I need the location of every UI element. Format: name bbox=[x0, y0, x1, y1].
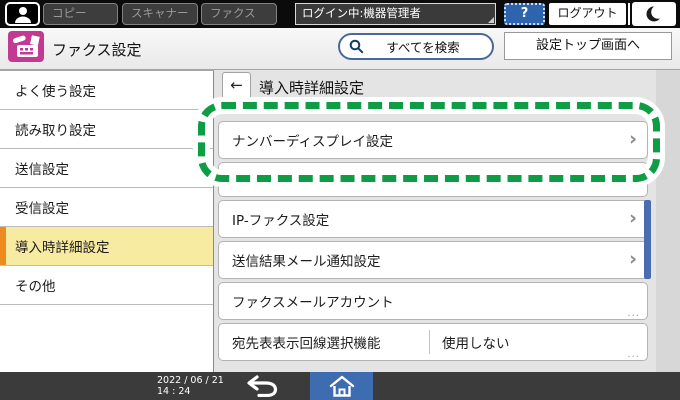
scrollbar-thumb[interactable] bbox=[644, 200, 651, 279]
home-button[interactable] bbox=[310, 372, 373, 400]
selected-indicator-bar bbox=[0, 227, 6, 265]
person-icon bbox=[14, 6, 31, 23]
sidebar-item-scan[interactable]: 読み取り設定 bbox=[0, 110, 213, 149]
sidebar-item-label: 導入時詳細設定 bbox=[15, 240, 110, 256]
datetime-display: 2022 / 06 / 21 14 : 24 bbox=[157, 375, 224, 397]
panel-right-strip bbox=[656, 70, 680, 372]
moon-icon bbox=[646, 5, 664, 22]
tab-scanner[interactable]: スキャナー bbox=[122, 3, 198, 25]
section-title: 導入時詳細設定 bbox=[259, 79, 365, 97]
settings-sidebar: よく使う設定 読み取り設定 送信設定 受信設定 導入時詳細設定 その他 bbox=[0, 70, 214, 372]
list-item-line-select[interactable]: 宛先表表示回線選択機能 使用しない ... bbox=[218, 323, 648, 361]
list-item-value: 使用しない bbox=[442, 336, 510, 352]
sidebar-item-receive[interactable]: 受信設定 bbox=[0, 188, 213, 227]
list-item-label: 宛先表表示回線選択機能 bbox=[232, 336, 381, 352]
tab-copy[interactable]: コピー bbox=[43, 3, 118, 25]
fax-settings-icon bbox=[8, 31, 44, 62]
app-header: ファクス設定 すべてを検索 設定トップ画面へ bbox=[0, 28, 680, 70]
tab-fax[interactable]: ファクス bbox=[201, 3, 277, 25]
list-item-label: ナンバーディスプレイ設定 bbox=[232, 134, 394, 150]
page-title: ファクス設定 bbox=[52, 41, 142, 59]
list-item-label: ファクスメールアカウント bbox=[232, 295, 394, 311]
search-icon bbox=[349, 39, 364, 54]
sidebar-item-send[interactable]: 送信設定 bbox=[0, 149, 213, 188]
sidebar-item-initial-detail[interactable]: 導入時詳細設定 bbox=[0, 227, 213, 266]
energy-saver-button[interactable] bbox=[632, 2, 676, 26]
list-item-partial[interactable] bbox=[218, 162, 648, 197]
sidebar-item-others[interactable]: その他 bbox=[0, 266, 213, 305]
list-item-ip-fax[interactable]: IP-ファクス設定 › bbox=[218, 200, 648, 238]
search-all-button[interactable]: すべてを検索 bbox=[338, 33, 494, 60]
list-item-send-result-mail[interactable]: 送信結果メール通知設定 › bbox=[218, 241, 648, 279]
search-label: すべてを検索 bbox=[386, 40, 460, 55]
list-item-fax-mail-account[interactable]: ファクスメールアカウント ... bbox=[218, 282, 648, 320]
login-status-label: ログイン中:機器管理者 bbox=[302, 6, 421, 20]
system-top-bar: コピー スキャナー ファクス ログイン中:機器管理者 ? ログアウト bbox=[0, 0, 680, 28]
ellipsis-icon: ... bbox=[627, 349, 640, 360]
item-divider bbox=[429, 330, 430, 354]
bottom-bar: 2022 / 06 / 21 14 : 24 bbox=[0, 372, 680, 400]
chevron-right-icon: › bbox=[629, 128, 637, 151]
chevron-right-icon: › bbox=[629, 248, 637, 271]
ellipsis-icon: ... bbox=[627, 308, 640, 319]
topbar-divider bbox=[628, 3, 630, 25]
undo-back-button[interactable] bbox=[232, 372, 292, 400]
login-status[interactable]: ログイン中:機器管理者 bbox=[295, 3, 496, 25]
logout-button[interactable]: ログアウト bbox=[549, 3, 626, 25]
back-button[interactable]: ← bbox=[222, 72, 251, 99]
list-item-label: 送信結果メール通知設定 bbox=[232, 254, 381, 270]
sidebar-item-frequent[interactable]: よく使う設定 bbox=[0, 71, 213, 110]
undo-arrow-icon bbox=[247, 375, 278, 397]
settings-main-panel: ← 導入時詳細設定 ナンバーディスプレイ設定 › IP-ファクス設定 › 送信結… bbox=[214, 70, 680, 372]
user-account-button[interactable] bbox=[5, 2, 40, 26]
settings-top-button[interactable]: 設定トップ画面へ bbox=[504, 32, 672, 60]
date-label: 2022 / 06 / 21 bbox=[157, 375, 224, 386]
list-item-number-display[interactable]: ナンバーディスプレイ設定 › bbox=[218, 121, 648, 159]
help-button[interactable]: ? bbox=[504, 3, 545, 25]
time-label: 14 : 24 bbox=[157, 386, 191, 397]
corner-mark-icon bbox=[488, 17, 494, 23]
home-icon bbox=[329, 375, 354, 397]
chevron-right-icon: › bbox=[629, 207, 637, 230]
list-item-label: IP-ファクス設定 bbox=[232, 213, 330, 229]
